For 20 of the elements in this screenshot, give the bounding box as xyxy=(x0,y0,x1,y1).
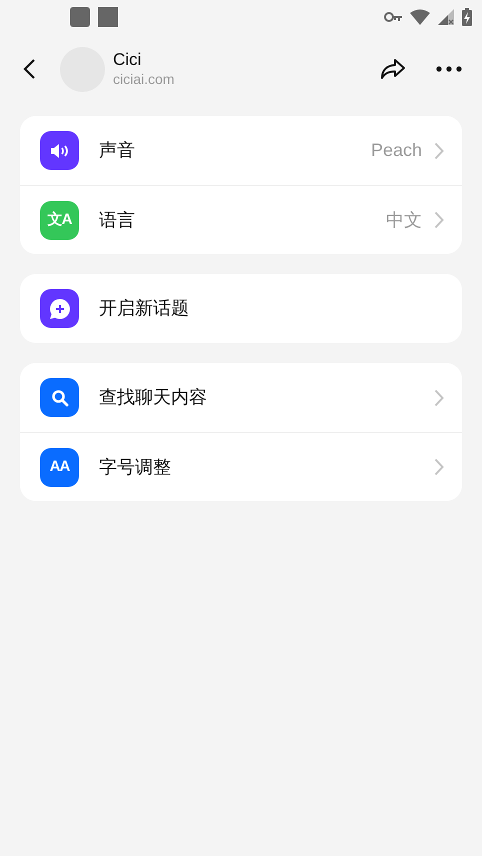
item-label: 开启新话题 xyxy=(99,297,189,320)
signal-icon xyxy=(438,9,454,25)
battery-icon xyxy=(462,8,472,26)
bot-website: ciciai.com xyxy=(113,70,174,88)
font-size-icon: AA xyxy=(40,448,79,486)
bot-name: Cici xyxy=(113,50,142,71)
share-button[interactable] xyxy=(380,58,406,80)
item-value: 中文 xyxy=(386,208,422,232)
item-label: 语言 xyxy=(99,208,135,232)
key-icon xyxy=(384,12,402,22)
more-button[interactable] xyxy=(436,66,462,72)
item-label: 字号调整 xyxy=(99,456,171,478)
notification-icon xyxy=(98,7,118,27)
back-button[interactable] xyxy=(22,58,36,80)
notification-icon xyxy=(70,7,90,27)
item-label: 声音 xyxy=(99,139,135,162)
item-value: Peach xyxy=(370,139,422,162)
item-label: 查找聊天内容 xyxy=(99,386,207,409)
wifi-icon xyxy=(410,9,430,25)
translate-icon: 文A xyxy=(40,200,79,240)
